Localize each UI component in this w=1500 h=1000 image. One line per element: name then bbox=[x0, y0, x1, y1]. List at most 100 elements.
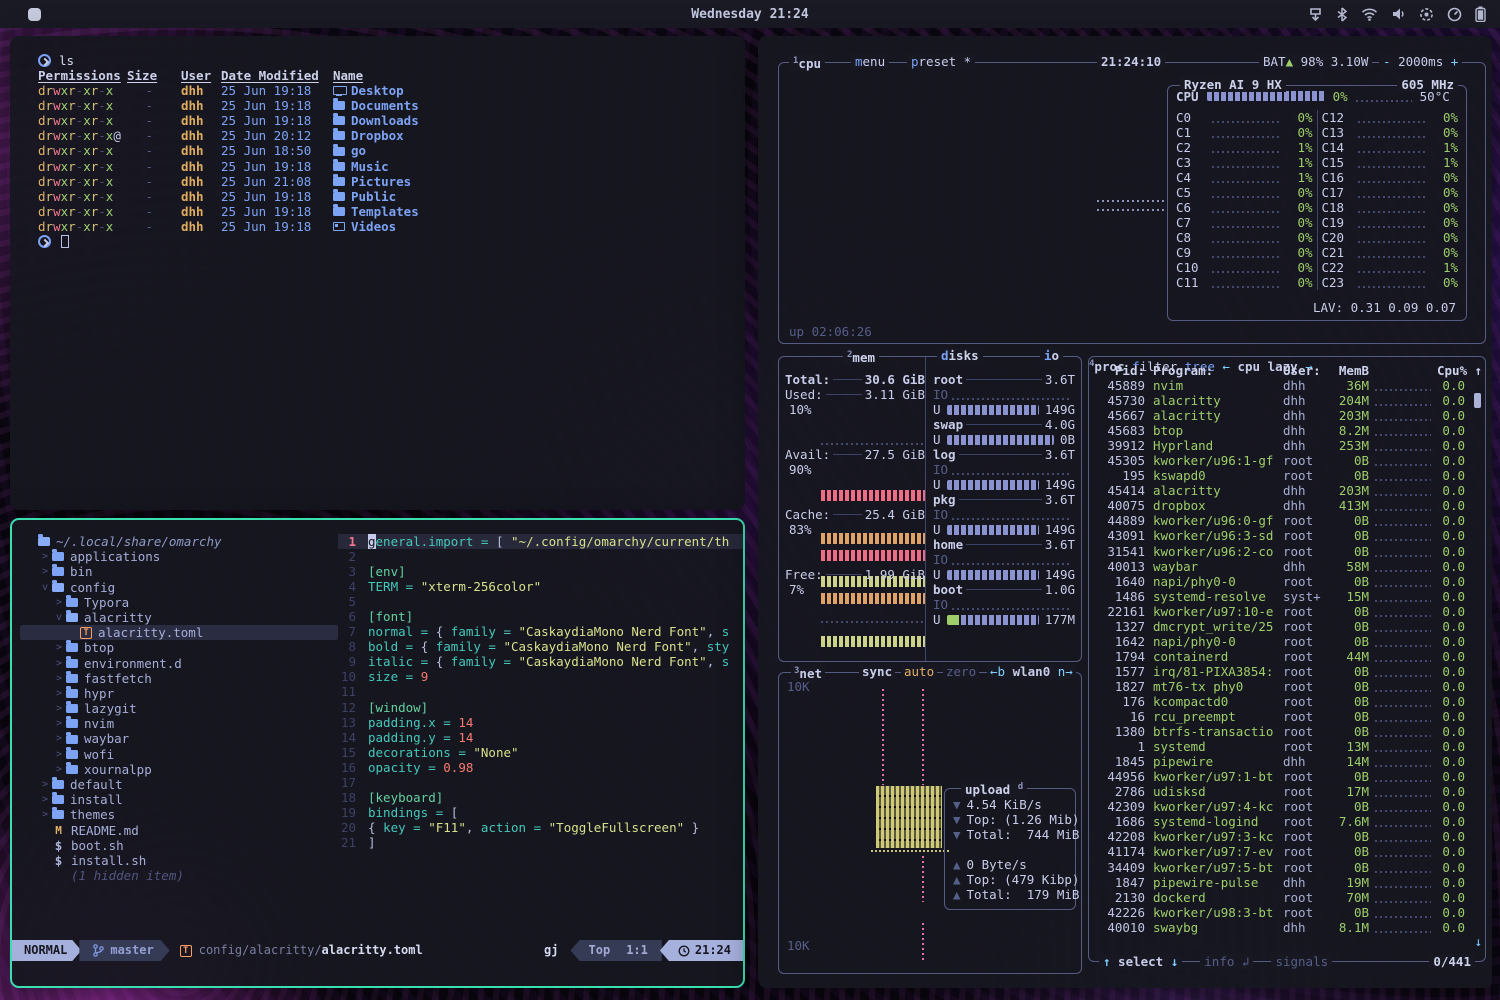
process-row[interactable]: 42208kworker/u97:3-kcroot0B0.0 bbox=[1089, 829, 1469, 844]
process-row[interactable]: 2786udisksdroot17M0.0 bbox=[1089, 784, 1469, 799]
tree-folder[interactable]: >xournalpp bbox=[20, 762, 338, 777]
disk-usage-meter: U149G bbox=[933, 522, 1075, 537]
disk-usage-meter: U0B bbox=[933, 432, 1075, 447]
preset-button[interactable]: preset * bbox=[907, 54, 975, 69]
proc-info-button[interactable]: info ↲ bbox=[1200, 954, 1253, 969]
screen-record-icon[interactable] bbox=[1419, 7, 1434, 22]
cpu-frequency: 605 MHz bbox=[1397, 77, 1458, 92]
net-interface[interactable]: ←b wlan0 n→ bbox=[987, 664, 1076, 679]
process-row[interactable]: 1380btrfs-transactioroot0B0.0 bbox=[1089, 724, 1469, 739]
process-row[interactable]: 40010swaybgdhh8.1M0.0 bbox=[1089, 920, 1469, 935]
process-row[interactable]: 1640napi/phy0-0root0B0.0 bbox=[1089, 574, 1469, 589]
interval-plus[interactable]: + bbox=[1451, 54, 1459, 69]
tree-item[interactable]: MREADME.md bbox=[20, 823, 338, 838]
tree-item[interactable]: $install.sh bbox=[20, 853, 338, 868]
tree-folder[interactable]: >fastfetch bbox=[20, 671, 338, 686]
process-row[interactable]: 45305kworker/u96:1-gfroot0B0.0 bbox=[1089, 453, 1469, 468]
tree-folder[interactable]: >nvim bbox=[20, 716, 338, 731]
sort-direction-arrow[interactable]: ↑ bbox=[1474, 363, 1482, 378]
proc-selection-count: 0/441 bbox=[1429, 954, 1475, 969]
shell-prompt-active[interactable] bbox=[38, 234, 745, 249]
gauge-icon[interactable] bbox=[1447, 7, 1462, 22]
folder-icon bbox=[66, 613, 78, 622]
proc-scrollbar[interactable] bbox=[1474, 393, 1481, 408]
process-row[interactable]: 1327dmcrypt_write/25root0B0.0 bbox=[1089, 619, 1469, 634]
tree-folder[interactable]: ~/.local/share/omarchy bbox=[20, 534, 338, 549]
shell-command: ls bbox=[59, 53, 74, 68]
tree-folder[interactable]: >hypr bbox=[20, 686, 338, 701]
col-name: Name bbox=[333, 68, 363, 83]
process-row[interactable]: 1827mt76-tx phy0root0B0.0 bbox=[1089, 679, 1469, 694]
process-row[interactable]: 2130dockerdroot70M0.0 bbox=[1089, 890, 1469, 905]
tree-folder[interactable]: >install bbox=[20, 792, 338, 807]
process-row[interactable]: 45730alacrittydhh204M0.0 bbox=[1089, 393, 1469, 408]
process-row[interactable]: 16rcu_preemptroot0B0.0 bbox=[1089, 709, 1469, 724]
net-sync-toggle[interactable]: sync bbox=[859, 664, 895, 679]
process-row[interactable]: 44889kworker/u96:0-gfroot0B0.0 bbox=[1089, 513, 1469, 528]
core-row: C160% bbox=[1322, 170, 1459, 185]
process-row[interactable]: 43091kworker/u96:3-sdroot0B0.0 bbox=[1089, 528, 1469, 543]
tree-folder[interactable]: >wofi bbox=[20, 747, 338, 762]
cpu-tab[interactable]: 1cpu bbox=[789, 54, 825, 71]
process-row[interactable]: 40013waybardhh58M0.0 bbox=[1089, 559, 1469, 574]
process-row[interactable]: 45414alacrittydhh203M0.0 bbox=[1089, 483, 1469, 498]
process-row[interactable]: 1845pipewiredhh14M0.0 bbox=[1089, 754, 1469, 769]
process-row[interactable]: 1642napi/phy0-0root0B0.0 bbox=[1089, 634, 1469, 649]
net-zero-toggle[interactable]: zero bbox=[943, 664, 979, 679]
tree-folder[interactable]: >environment.d bbox=[20, 656, 338, 671]
tree-folder[interactable]: valacritty bbox=[20, 610, 338, 625]
interval-minus[interactable]: - bbox=[1383, 54, 1391, 69]
cpu-model: Ryzen AI 9 HX bbox=[1180, 77, 1286, 92]
process-row[interactable]: 1847pipewire-pulsedhh19M0.0 bbox=[1089, 875, 1469, 890]
terminal-window[interactable]: ls Permissions Size User Date Modified N… bbox=[10, 36, 745, 510]
process-row[interactable]: 41174kworker/u97:7-evroot0B0.0 bbox=[1089, 844, 1469, 859]
branch-icon bbox=[93, 944, 104, 957]
bluetooth-icon[interactable] bbox=[1336, 7, 1348, 22]
file-tree[interactable]: ~/.local/share/omarchy>applications>binv… bbox=[20, 534, 338, 920]
process-row[interactable]: 40075dropboxdhh413M0.0 bbox=[1089, 498, 1469, 513]
process-row[interactable]: 176kcompactd0root0B0.0 bbox=[1089, 694, 1469, 709]
tree-folder[interactable]: vconfig bbox=[20, 580, 338, 595]
tree-folder[interactable]: >waybar bbox=[20, 731, 338, 746]
tree-folder[interactable]: >applications bbox=[20, 549, 338, 564]
process-row[interactable]: 42226kworker/u98:3-btroot0B0.0 bbox=[1089, 905, 1469, 920]
menu-button[interactable]: menu bbox=[851, 54, 889, 69]
net-stats-box: upload d ▼4.54 KiB/s▼Top: (1.26 Mib)▼Tot… bbox=[944, 788, 1076, 910]
process-row[interactable]: 31541kworker/u96:2-coroot0B0.0 bbox=[1089, 544, 1469, 559]
process-row[interactable]: 44956kworker/u97:1-btroot0B0.0 bbox=[1089, 769, 1469, 784]
process-row[interactable]: 45667alacrittydhh203M0.0 bbox=[1089, 408, 1469, 423]
wifi-icon[interactable] bbox=[1361, 7, 1378, 21]
btop-window[interactable]: 1cpu menu preset * 21:24:10 BAT▲ 98% 3.1… bbox=[758, 36, 1492, 988]
process-row[interactable]: 1577irq/81-PIXA3854:root0B0.0 bbox=[1089, 664, 1469, 679]
proc-signals-button[interactable]: signals bbox=[1271, 954, 1332, 969]
code-buffer[interactable]: 1general.import = [ "~/.config/omarchy/c… bbox=[338, 534, 743, 920]
process-row[interactable]: 42309kworker/u97:4-kcroot0B0.0 bbox=[1089, 799, 1469, 814]
process-row[interactable]: 1794containerdroot44M0.0 bbox=[1089, 649, 1469, 664]
process-row[interactable]: 1systemdroot13M0.0 bbox=[1089, 739, 1469, 754]
process-row[interactable]: 45889nvimdhh36M0.0 bbox=[1089, 378, 1469, 393]
tree-folder[interactable]: >default bbox=[20, 777, 338, 792]
tree-folder[interactable]: >bin bbox=[20, 564, 338, 579]
process-row[interactable]: 34409kworker/u97:5-btroot0B0.0 bbox=[1089, 860, 1469, 875]
tree-folder[interactable]: >Typora bbox=[20, 595, 338, 610]
tree-folder[interactable]: >lazygit bbox=[20, 701, 338, 716]
proc-select-keys[interactable]: ↑ select ↓ bbox=[1099, 954, 1182, 969]
scroll-down-arrow[interactable]: ↓ bbox=[1474, 934, 1482, 949]
process-row[interactable]: 1686systemd-logindroot7.6M0.0 bbox=[1089, 814, 1469, 829]
process-row[interactable]: 22161kworker/u97:10-eroot0B0.0 bbox=[1089, 604, 1469, 619]
process-row[interactable]: 39912Hyprlanddhh253M0.0 bbox=[1089, 438, 1469, 453]
process-row[interactable]: 1486systemd-resolvesyst+15M0.0 bbox=[1089, 589, 1469, 604]
tree-folder[interactable]: >btop bbox=[20, 640, 338, 655]
net-scale-bottom: 10K bbox=[787, 938, 810, 953]
battery-icon[interactable] bbox=[1475, 6, 1486, 22]
net-auto-toggle[interactable]: auto bbox=[901, 664, 937, 679]
process-row[interactable]: 195kswapd0root0B0.0 bbox=[1089, 468, 1469, 483]
terminal-cursor[interactable] bbox=[61, 235, 69, 248]
neovim-window[interactable]: ~/.local/share/omarchy>applications>binv… bbox=[10, 518, 745, 988]
volume-icon[interactable] bbox=[1391, 7, 1406, 21]
process-row[interactable]: 45683btopdhh8.2M0.0 bbox=[1089, 423, 1469, 438]
tree-item[interactable]: $boot.sh bbox=[20, 838, 338, 853]
updates-icon[interactable] bbox=[1308, 7, 1323, 22]
tree-folder[interactable]: >themes bbox=[20, 807, 338, 822]
tree-item[interactable]: Talacritty.toml bbox=[20, 625, 338, 640]
